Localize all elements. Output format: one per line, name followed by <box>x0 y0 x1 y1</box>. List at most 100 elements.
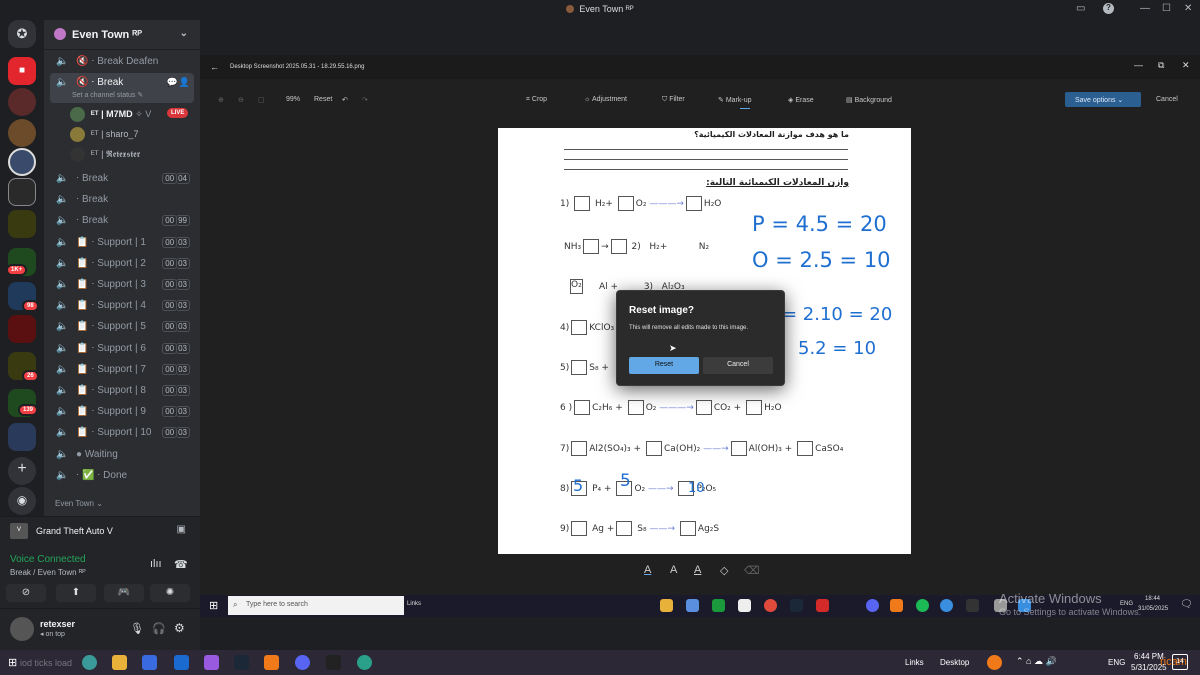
tab-erase[interactable]: ◈ Erase <box>788 96 814 104</box>
activities-button[interactable]: 🎮 <box>104 584 144 602</box>
voice-channel[interactable]: 🔈 ● Waiting <box>50 445 194 465</box>
app-tray-icon[interactable] <box>987 655 1002 670</box>
cancel-button[interactable]: Cancel <box>1156 96 1178 103</box>
zoom-out-icon[interactable]: ⊖ <box>238 96 244 104</box>
server-icon[interactable] <box>8 148 36 176</box>
windows-start-icon[interactable]: ⊞ <box>209 599 218 612</box>
voice-channel[interactable]: 🔈 ⋅ Break 00 04 <box>50 169 194 189</box>
redo-icon[interactable]: ↷ <box>362 96 368 104</box>
chrome-icon[interactable] <box>764 599 777 612</box>
voice-channel[interactable]: 🔈 ⋅ ✅ ⋅ Done <box>50 466 194 486</box>
language-indicator[interactable]: ENG <box>1108 658 1125 667</box>
headphones-icon[interactable]: 🎧 <box>152 622 166 635</box>
store-icon[interactable] <box>738 599 751 612</box>
discord-home-icon[interactable]: ✪ <box>8 20 36 48</box>
steam-icon[interactable] <box>790 599 803 612</box>
camera-off-button[interactable]: ⊘ <box>6 584 46 602</box>
server-footer[interactable]: Even Town ⌄ <box>55 499 103 508</box>
xbox-icon[interactable] <box>712 599 725 612</box>
links-toolbar[interactable]: Links <box>905 658 924 667</box>
channel-status[interactable]: Set a channel status ✎ <box>72 91 143 99</box>
server-folder-icon[interactable] <box>8 210 36 238</box>
reset-button[interactable]: Reset <box>314 96 332 103</box>
app-icon[interactable] <box>816 599 829 612</box>
voice-channel[interactable]: 🔈 📋 ⋅ Support | 1 00 03 <box>50 233 194 253</box>
back-arrow-icon[interactable]: ← <box>210 62 219 72</box>
voice-channel[interactable]: 🔈 📋 ⋅ Support | 9 00 03 <box>50 402 194 422</box>
minimize-button[interactable]: — <box>1140 3 1150 14</box>
edge-icon[interactable] <box>357 655 372 670</box>
discord-icon[interactable] <box>295 655 310 670</box>
tray-icons[interactable]: ⌃ ⌂ ☁ 🔊 <box>1016 656 1057 667</box>
voice-channel-name[interactable]: Break / Even Town ᴿᴾ <box>10 568 86 577</box>
zoom-in-icon[interactable]: ⊕ <box>218 96 224 104</box>
voice-channel[interactable]: 🔈 📋 ⋅ Support | 5 00 03 <box>50 317 194 337</box>
chevron-down-icon[interactable]: ⌄ <box>180 28 188 39</box>
voice-channel-active[interactable]: 🔈 🔇 ⋅ Break Set a channel status ✎ 💬 👤 <box>50 73 194 103</box>
windows-start-icon[interactable]: ⊞ <box>8 656 17 669</box>
tab-markup[interactable]: ✎ Mark-up <box>718 96 752 104</box>
discover-icon[interactable]: ◉ <box>8 487 36 515</box>
voice-channel[interactable]: 🔈 ⋅ Break 00 99 <box>50 211 194 231</box>
voice-channel[interactable]: 🔈 🔇 ⋅ Break Deafen <box>50 52 194 72</box>
close-button[interactable]: ✕ <box>1184 3 1192 14</box>
pen-tool-icon[interactable]: A <box>670 564 677 576</box>
voice-user[interactable]: ᴱᵀ | M7MD ✧ V LIVE <box>70 106 194 124</box>
noise-icon[interactable]: ılıı <box>150 558 162 570</box>
save-options-button[interactable]: Save options ⌄ <box>1065 92 1141 107</box>
desktop-toolbar[interactable]: Desktop <box>940 658 969 667</box>
store-icon[interactable] <box>142 655 157 670</box>
search-box[interactable]: ⌕ Type here to search <box>228 596 404 615</box>
notification-count[interactable]: 14 <box>1172 654 1188 670</box>
app-icon[interactable] <box>686 599 699 612</box>
clear-icon[interactable]: ⌫ <box>744 564 760 577</box>
confirm-reset-button[interactable]: Reset <box>629 357 699 374</box>
add-server-icon[interactable]: + <box>8 457 36 485</box>
close-button[interactable]: ✕ <box>1182 60 1190 71</box>
outlook-icon[interactable] <box>174 655 189 670</box>
server-folder-icon[interactable] <box>8 423 36 451</box>
tab-filter[interactable]: ⛉ Filter <box>662 96 685 104</box>
chrome-icon[interactable] <box>940 599 953 612</box>
app-icon[interactable] <box>966 599 979 612</box>
voice-user[interactable]: ᴱᵀ | 𝕽𝖊𝖙𝖊𝖝𝖘𝖙𝖊𝖗 <box>70 146 194 164</box>
server-icon[interactable] <box>8 178 36 206</box>
browser-icon[interactable] <box>82 655 97 670</box>
tab-crop[interactable]: ⌗ Crop <box>526 96 547 104</box>
fit-icon[interactable]: ▢ <box>258 96 265 104</box>
voice-channel[interactable]: 🔈 📋 ⋅ Support | 10 00 03 <box>50 423 194 443</box>
voice-channel[interactable]: 🔈 📋 ⋅ Support | 3 00 03 <box>50 275 194 295</box>
voice-channel[interactable]: 🔈 📋 ⋅ Support | 7 00 03 <box>50 360 194 380</box>
app-icon[interactable] <box>890 599 903 612</box>
terminal-icon[interactable] <box>326 655 341 670</box>
microphone-icon[interactable]: 🎙 <box>130 622 144 635</box>
clock-date[interactable]: 31/05/2025 <box>1138 606 1168 612</box>
voice-channel[interactable]: 🔈 📋 ⋅ Support | 6 00 03 <box>50 339 194 359</box>
tab-background[interactable]: ▤ Background <box>846 96 892 104</box>
notification-icon[interactable]: 🗨 <box>1180 599 1193 610</box>
steam-icon[interactable] <box>234 655 249 670</box>
disconnect-icon[interactable]: ☎ <box>174 558 188 571</box>
chat-icon[interactable]: 💬 <box>167 77 178 88</box>
undo-icon[interactable]: ↶ <box>342 96 348 104</box>
soundboard-button[interactable]: ✺ <box>150 584 190 602</box>
voice-user[interactable]: ᴱᵀ | sharo_7 <box>70 126 194 144</box>
server-icon[interactable] <box>8 119 36 147</box>
server-header[interactable]: Even Town ᴿᴾ ⌄ <box>44 20 200 50</box>
tab-adjustment[interactable]: ☼ Adjustment <box>584 96 627 103</box>
maximize-button[interactable]: ☐ <box>1162 3 1171 14</box>
voice-channel[interactable]: 🔈 📋 ⋅ Support | 8 00 03 <box>50 381 194 401</box>
language-indicator[interactable]: ENG <box>1120 601 1133 607</box>
restore-button[interactable]: ⧉ <box>1158 60 1164 71</box>
dialog-cancel-button[interactable]: Cancel <box>703 357 773 374</box>
file-explorer-icon[interactable] <box>112 655 127 670</box>
spotify-icon[interactable] <box>916 599 929 612</box>
discord-icon[interactable] <box>866 599 879 612</box>
server-icon[interactable] <box>8 315 36 343</box>
server-icon[interactable] <box>8 88 36 116</box>
voice-channel[interactable]: 🔈 📋 ⋅ Support | 2 00 03 <box>50 254 194 274</box>
add-member-icon[interactable]: 👤 <box>179 77 190 88</box>
minimize-button[interactable]: — <box>1134 60 1143 70</box>
clock-time[interactable]: 18:44 <box>1145 596 1160 602</box>
app-icon[interactable] <box>264 655 279 670</box>
